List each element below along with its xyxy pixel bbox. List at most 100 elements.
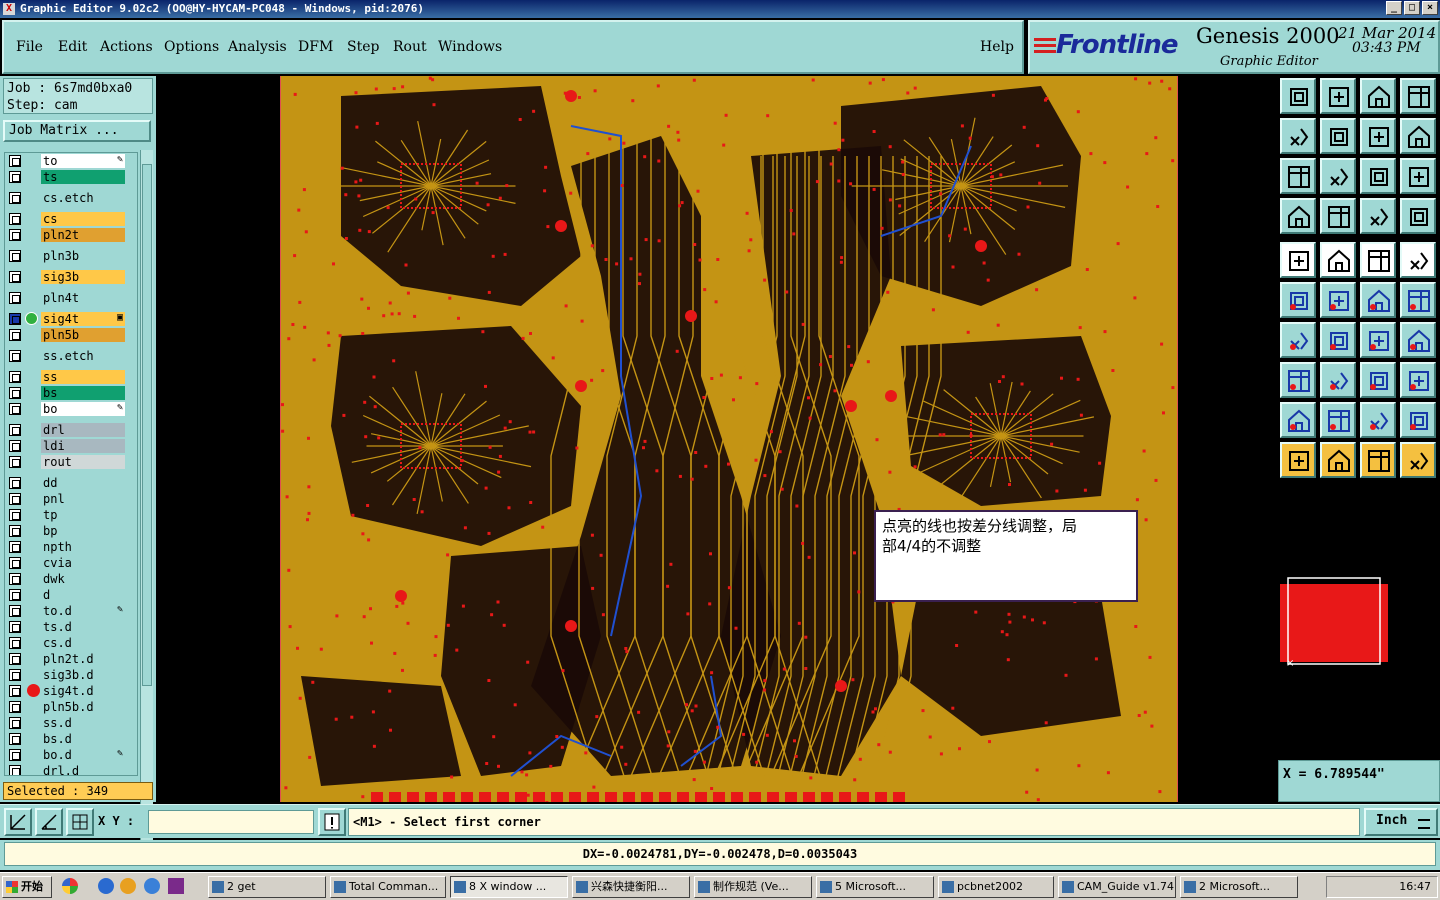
- layer-name[interactable]: pln2t.d: [41, 652, 125, 666]
- select-region-button[interactable]: [1360, 442, 1396, 478]
- ruler-button[interactable]: [1280, 198, 1316, 234]
- layer-row-cs-d[interactable]: cs.d: [5, 635, 137, 651]
- layer-row-bs-d[interactable]: bs.d: [5, 731, 137, 747]
- layer-name[interactable]: bs.d: [41, 732, 125, 746]
- mirror-button[interactable]: [1400, 322, 1436, 358]
- layer-row-drl[interactable]: drl: [5, 422, 137, 438]
- layer-name[interactable]: bs: [41, 386, 125, 400]
- start-button[interactable]: 开始: [2, 876, 52, 898]
- graphic-canvas[interactable]: 点亮的线也按差分线调整，局 部4/4的不调整: [156, 76, 1278, 802]
- layer-checkbox[interactable]: [9, 403, 21, 415]
- grid-mode-button[interactable]: [66, 808, 94, 836]
- layer-checkbox[interactable]: [9, 171, 21, 183]
- taskbar-task[interactable]: 2 Microsoft...: [1180, 876, 1298, 898]
- layer-name[interactable]: cs.etch: [41, 191, 125, 205]
- xy-input[interactable]: [148, 810, 314, 834]
- layer-row-sig4t[interactable]: sig4t ▣: [5, 311, 137, 327]
- layer-row-sig3b-d[interactable]: sig3b.d: [5, 667, 137, 683]
- layer-row-sig4t-d[interactable]: sig4t.d: [5, 683, 137, 699]
- arc-button[interactable]: [1360, 322, 1396, 358]
- layer-row-d[interactable]: d: [5, 587, 137, 603]
- layer-checkbox[interactable]: [9, 387, 21, 399]
- layer-list-scrollbar[interactable]: [140, 150, 153, 852]
- layer-name[interactable]: bo.d: [41, 748, 125, 762]
- layer-name[interactable]: ldi: [41, 439, 125, 453]
- layer-name[interactable]: to.d: [41, 604, 125, 618]
- layer-name[interactable]: tp: [41, 508, 125, 522]
- pan-left-button[interactable]: [1280, 118, 1316, 154]
- edit-node-button[interactable]: [1280, 362, 1316, 398]
- layer-feature-alt-button[interactable]: [1400, 198, 1436, 234]
- layer-checkbox[interactable]: [9, 292, 21, 304]
- connect-button[interactable]: [1360, 282, 1396, 318]
- layer-row-ss[interactable]: ss: [5, 369, 137, 385]
- help-button[interactable]: [1400, 158, 1436, 194]
- menu-dfm[interactable]: DFM: [298, 39, 333, 55]
- taskbar-task[interactable]: CAM_Guide v1.74: [1058, 876, 1176, 898]
- layer-checkbox[interactable]: [9, 350, 21, 362]
- layer-name[interactable]: sig3b.d: [41, 668, 125, 682]
- layer-checkbox[interactable]: [9, 271, 21, 283]
- line-button[interactable]: [1320, 242, 1356, 278]
- layer-name[interactable]: sig3b: [41, 270, 125, 284]
- layer-checkbox[interactable]: [9, 557, 21, 569]
- layer-name[interactable]: bo: [41, 402, 125, 416]
- layer-checkbox[interactable]: [9, 541, 21, 553]
- layer-checkbox[interactable]: [9, 621, 21, 633]
- layer-row-pln2t-d[interactable]: pln2t.d: [5, 651, 137, 667]
- browser-icon[interactable]: [144, 878, 160, 894]
- layer-name[interactable]: pln2t: [41, 228, 125, 242]
- taskbar-task[interactable]: Total Comman...: [330, 876, 446, 898]
- layer-checkbox[interactable]: [9, 653, 21, 665]
- snap-point-button[interactable]: [1400, 282, 1436, 318]
- layer-checkbox[interactable]: [9, 493, 21, 505]
- close-button[interactable]: ×: [1422, 1, 1438, 15]
- center-button[interactable]: [1320, 158, 1356, 194]
- layer-checkbox[interactable]: [9, 637, 21, 649]
- net-button[interactable]: [1280, 282, 1316, 318]
- layer-row-sig3b[interactable]: sig3b: [5, 269, 137, 285]
- layer-row-npth[interactable]: npth: [5, 539, 137, 555]
- layer-checkbox[interactable]: [9, 213, 21, 225]
- layer-checkbox[interactable]: [9, 749, 21, 761]
- slant-button[interactable]: [1320, 322, 1356, 358]
- pointer-button[interactable]: [1280, 442, 1316, 478]
- layer-row-drl-d[interactable]: drl.d: [5, 763, 137, 775]
- layer-checkbox[interactable]: [9, 250, 21, 262]
- circle-button[interactable]: [1400, 242, 1436, 278]
- taskbar-task[interactable]: 8 X window ...: [450, 876, 568, 898]
- home-button[interactable]: [1360, 78, 1396, 114]
- job-matrix-button[interactable]: Job Matrix ...: [3, 120, 151, 142]
- pad-button[interactable]: [1280, 242, 1316, 278]
- quicklaunch-app-icon[interactable]: [62, 878, 78, 894]
- clock-app-icon[interactable]: [120, 878, 136, 894]
- layer-checkbox[interactable]: [9, 669, 21, 681]
- select-button[interactable]: [1320, 442, 1356, 478]
- grid-button[interactable]: [1320, 198, 1356, 234]
- layer-row-to-d[interactable]: to.d ✎: [5, 603, 137, 619]
- layer-name[interactable]: pnl: [41, 492, 125, 506]
- triangle-button[interactable]: [1280, 402, 1316, 438]
- layer-checkbox[interactable]: [9, 424, 21, 436]
- layer-name[interactable]: ts.d: [41, 620, 125, 634]
- layer-name[interactable]: ss.etch: [41, 349, 125, 363]
- measure-button[interactable]: [1360, 242, 1396, 278]
- taskbar-task[interactable]: pcbnet2002: [938, 876, 1054, 898]
- pcb-board[interactable]: [280, 76, 1178, 802]
- scrollbar-thumb[interactable]: [142, 164, 152, 686]
- layer-name[interactable]: cs: [41, 212, 125, 226]
- layer-name[interactable]: dd: [41, 476, 125, 490]
- dimension-button[interactable]: [1360, 362, 1396, 398]
- layer-name[interactable]: ts: [41, 170, 125, 184]
- layer-name[interactable]: pln3b: [41, 249, 125, 263]
- snap-mode-button[interactable]: [4, 808, 32, 836]
- layer-row-pln5b[interactable]: pln5b: [5, 327, 137, 343]
- layer-checkbox[interactable]: [9, 573, 21, 585]
- menu-windows[interactable]: Windows: [438, 39, 502, 55]
- layer-checkbox[interactable]: [9, 701, 21, 713]
- layer-row-ldi[interactable]: ldi: [5, 438, 137, 454]
- layer-checkbox[interactable]: [9, 509, 21, 521]
- alert-button[interactable]: [318, 808, 346, 836]
- layer-name[interactable]: rout: [41, 455, 125, 469]
- layer-name[interactable]: drl: [41, 423, 125, 437]
